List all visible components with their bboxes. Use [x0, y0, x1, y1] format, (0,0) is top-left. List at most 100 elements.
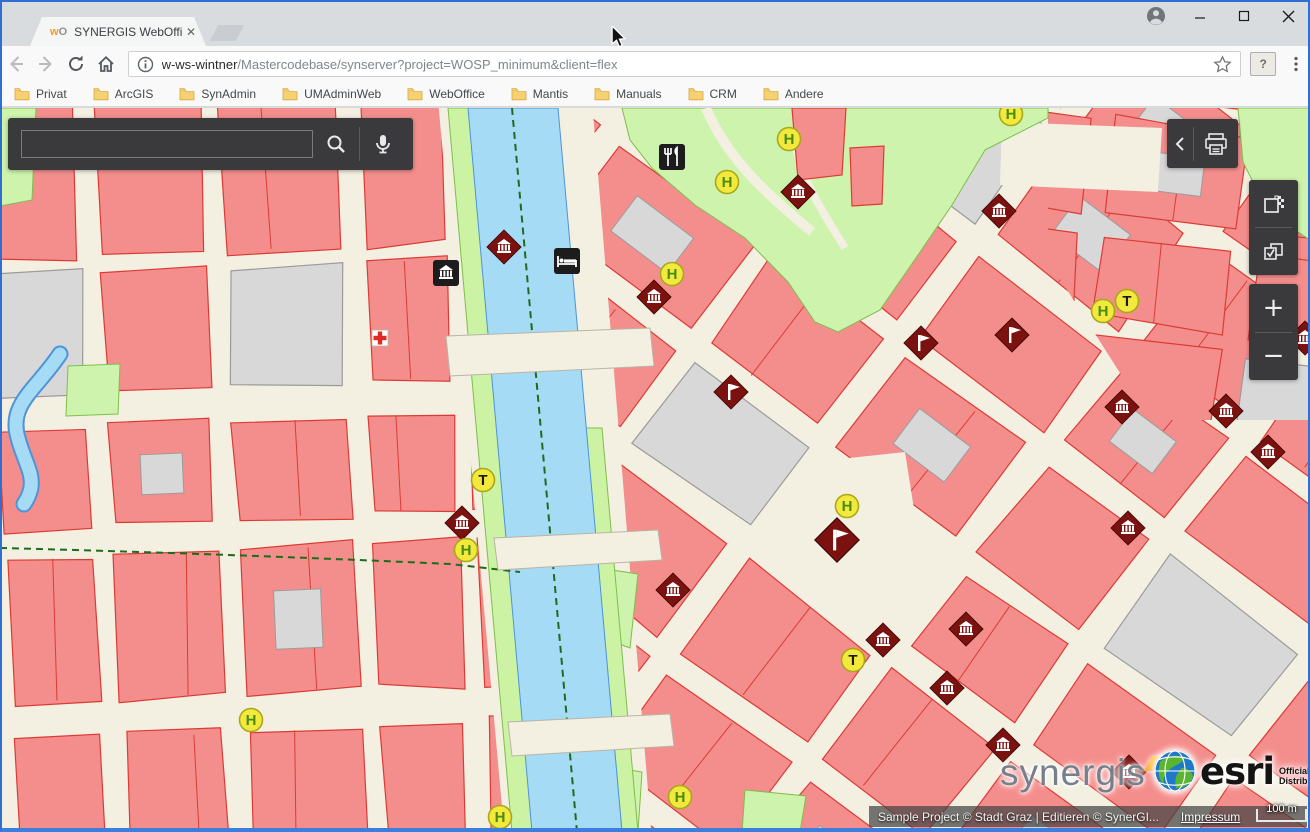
bookmark-item-umadminweb[interactable]: UMAdminWeb: [282, 87, 381, 101]
minimize-button[interactable]: [1178, 1, 1222, 31]
search-button[interactable]: [313, 120, 359, 168]
tab-favicon-icon: wO: [50, 26, 67, 38]
profile-icon[interactable]: [1134, 1, 1178, 31]
bookmark-item-andere[interactable]: Andere: [763, 87, 824, 101]
bookmark-item-privat[interactable]: Privat: [14, 87, 67, 101]
bookmark-label: ArcGIS: [115, 87, 154, 101]
map-marker-museum[interactable]: [1102, 387, 1142, 432]
esri-globe-icon: [1152, 748, 1198, 794]
basemap-switch-button[interactable]: [1249, 180, 1298, 227]
bookmark-item-weboffice[interactable]: WebOffice: [407, 87, 485, 101]
map-marker-bus-stop[interactable]: H: [237, 706, 265, 739]
map-status-bar: Sample Project © Stadt Graz | Editieren …: [869, 806, 1307, 827]
close-window-button[interactable]: [1266, 1, 1310, 31]
synergis-logo: synergis: [1000, 752, 1168, 794]
layers-panel: [1249, 180, 1298, 275]
browser-tab[interactable]: wO SYNERGIS WebOffice ✕: [30, 17, 206, 46]
zoom-in-button[interactable]: +: [1249, 284, 1298, 332]
bookmark-item-arcgis[interactable]: ArcGIS: [93, 87, 154, 101]
map-marker-bus-stop[interactable]: H: [833, 492, 861, 525]
address-bar[interactable]: w-ws-wintner/Mastercodebase/synserver?pr…: [128, 51, 1242, 77]
printer-icon: [1203, 132, 1229, 156]
menu-icon[interactable]: [1282, 50, 1310, 78]
print-button[interactable]: [1194, 119, 1238, 168]
home-icon[interactable]: [92, 50, 120, 78]
map-marker-museum[interactable]: [1248, 432, 1288, 477]
forward-icon[interactable]: [32, 50, 60, 78]
bookmark-item-crm[interactable]: CRM: [688, 87, 737, 101]
folder-icon: [179, 87, 195, 101]
bookmark-item-mantis[interactable]: Mantis: [511, 87, 568, 101]
map-marker-bus-stop[interactable]: H: [666, 783, 694, 816]
map-marker-flag[interactable]: [992, 315, 1032, 360]
zoom-out-button[interactable]: −: [1249, 333, 1298, 381]
map-marker-restaurant[interactable]: [658, 143, 686, 176]
tab-title: SYNERGIS WebOffice: [74, 25, 182, 39]
svg-text:T: T: [848, 652, 857, 669]
map-viewport[interactable]: + − synergis esri Offici: [0, 108, 1310, 832]
svg-text:H: H: [675, 789, 686, 806]
extension-button[interactable]: ?: [1250, 52, 1276, 76]
bookmarks-bar: Privat ArcGIS SynAdmin UMAdminWeb WebOffice M…: [0, 82, 1310, 107]
svg-text:T: T: [1122, 293, 1131, 310]
svg-text:H: H: [722, 174, 733, 191]
scale-label: 100 m: [1266, 803, 1297, 815]
collapse-toolbar-button[interactable]: [1167, 119, 1193, 168]
search-input[interactable]: [21, 130, 313, 158]
map-marker-museum[interactable]: [484, 227, 524, 272]
map-marker-museum[interactable]: [927, 668, 967, 713]
bookmark-star-icon[interactable]: [1213, 55, 1232, 74]
map-marker-museum[interactable]: [979, 191, 1019, 236]
page-info-icon[interactable]: [137, 56, 154, 73]
map-marker-museum[interactable]: [653, 570, 693, 615]
impressum-link[interactable]: Impressum: [1181, 810, 1240, 824]
svg-text:H: H: [461, 542, 472, 559]
map-marker-bus-stop[interactable]: H: [775, 125, 803, 158]
folder-icon: [763, 87, 779, 101]
svg-text:H: H: [1006, 108, 1017, 123]
reload-icon[interactable]: [62, 50, 90, 78]
basemap-icon: [1261, 191, 1287, 217]
map-marker-bus-stop[interactable]: H: [452, 536, 480, 569]
layer-visibility-button[interactable]: [1249, 228, 1298, 275]
folder-icon: [688, 87, 704, 101]
map-marker-flag[interactable]: [901, 323, 941, 368]
back-icon[interactable]: [2, 50, 30, 78]
synergis-logo-text: synergis: [1000, 752, 1146, 794]
map-marker-museum[interactable]: [863, 620, 903, 665]
map-marker-museum[interactable]: [1206, 391, 1246, 436]
map-marker-flag[interactable]: [711, 372, 751, 417]
map-marker-bus-stop[interactable]: H: [997, 108, 1025, 133]
folder-icon: [93, 87, 109, 101]
map-marker-museum[interactable]: [778, 172, 818, 217]
map-marker-tram-stop[interactable]: T: [839, 646, 867, 679]
browser-window: wO SYNERGIS WebOffice ✕: [0, 0, 1310, 832]
map-marker-bus-stop[interactable]: H: [713, 168, 741, 201]
map-marker-museum[interactable]: [1108, 508, 1148, 553]
map-marker-first-aid[interactable]: [370, 328, 390, 353]
map-marker-bus-stop[interactable]: H: [486, 803, 514, 832]
bookmark-item-synadmin[interactable]: SynAdmin: [179, 87, 256, 101]
voice-search-button[interactable]: [360, 120, 406, 168]
maximize-button[interactable]: [1222, 1, 1266, 31]
folder-icon: [594, 87, 610, 101]
bookmark-label: WebOffice: [429, 87, 485, 101]
map-marker-tram-stop[interactable]: T: [1113, 287, 1141, 320]
svg-text:H: H: [667, 266, 678, 283]
map-marker-bus-stop[interactable]: H: [658, 260, 686, 293]
zoom-out-icon: −: [1263, 343, 1285, 369]
map-marker-museum[interactable]: [946, 609, 986, 654]
map-canvas[interactable]: [0, 108, 1310, 832]
bookmark-item-manuals[interactable]: Manuals: [594, 87, 661, 101]
navigation-bar: w-ws-wintner/Mastercodebase/synserver?pr…: [0, 46, 1310, 82]
esri-distributor-caption: OfficialDistributor: [1279, 766, 1310, 787]
map-marker-tram-stop[interactable]: T: [469, 466, 497, 499]
map-marker-hotel[interactable]: [553, 247, 581, 280]
bookmark-label: Manuals: [616, 87, 661, 101]
layers-check-icon: [1261, 239, 1287, 265]
map-marker-museum-square[interactable]: [432, 259, 460, 292]
new-tab-button[interactable]: [210, 25, 245, 41]
tab-close-icon[interactable]: ✕: [182, 25, 206, 39]
folder-icon: [511, 87, 527, 101]
bookmark-label: Privat: [36, 87, 67, 101]
